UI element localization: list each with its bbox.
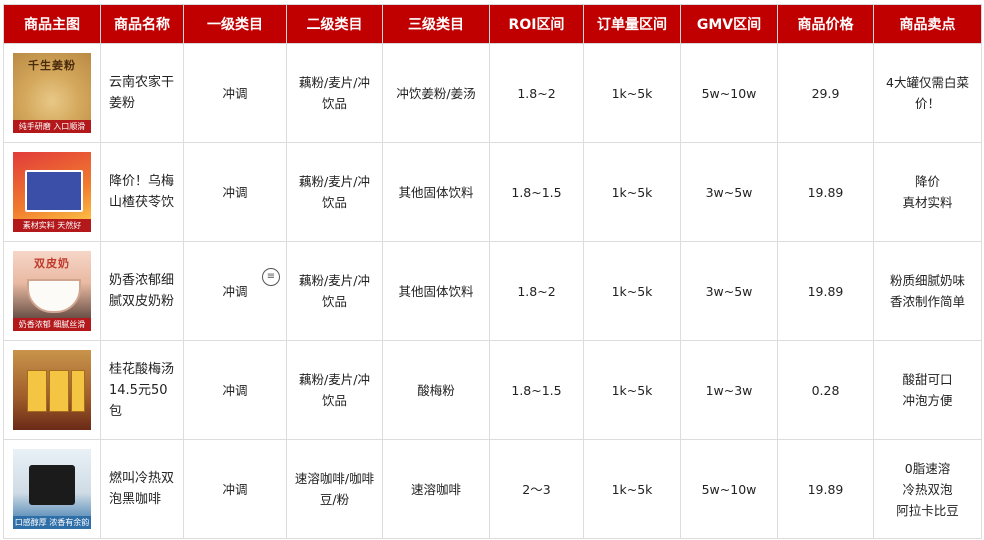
order-range: 1k~5k (583, 439, 681, 539)
price: 29.9 (777, 43, 874, 143)
header-cell: 商品名称 (100, 4, 184, 44)
roi-range: 1.8~1.5 (489, 142, 584, 242)
selling-points: 降价 真材实料 (873, 142, 982, 242)
gmv-range: 3w~5w (680, 142, 778, 242)
category-level-3: 其他固体饮料 (382, 142, 490, 242)
bowl-graphic (27, 279, 81, 313)
gmv-range: 1w~3w (680, 340, 778, 440)
category-level-3: 冲饮姜粉/姜汤 (382, 43, 490, 143)
product-image[interactable]: 双皮奶 奶香浓郁 细腻丝滑 (13, 251, 91, 331)
can-graphic (27, 370, 47, 412)
category-level-2: 速溶咖啡/咖啡豆/粉 (286, 439, 383, 539)
coffee-pack-graphic (29, 465, 75, 505)
selling-point: 阿拉卡比豆 (896, 502, 959, 518)
product-table: 商品主图 商品名称 一级类目 二级类目 三级类目 ROI区间 订单量区间 GMV… (3, 4, 982, 539)
gmv-range: 5w~10w (680, 43, 778, 143)
category-level-1: 冲调 (183, 340, 287, 440)
header-cell: 商品卖点 (873, 4, 982, 44)
roi-range: 1.8~2 (489, 241, 584, 341)
price: 19.89 (777, 439, 874, 539)
product-image-cell[interactable]: 千生姜粉 纯手研磨 入口顺滑 (3, 43, 101, 143)
selling-points: 酸甜可口 冲泡方便 (873, 340, 982, 440)
header-cell: 一级类目 (183, 4, 287, 44)
table-row[interactable]: 素材实料 天然好 降价！乌梅山楂茯苓饮 冲调 藕粉/麦片/冲饮品 其他固体饮料 … (3, 142, 982, 242)
image-title: 双皮奶 (34, 257, 70, 270)
image-title: 千生姜粉 (28, 59, 76, 72)
table-row[interactable]: 口感醇厚 浓香有余韵 燃叫冷热双泡黑咖啡 冲调 速溶咖啡/咖啡豆/粉 速溶咖啡 … (3, 439, 982, 539)
can-graphic (49, 370, 69, 412)
product-name[interactable]: 云南农家干姜粉 (100, 43, 184, 143)
selling-point: 4大罐仅需白菜价！ (886, 75, 969, 111)
category-level-2: 藕粉/麦片/冲饮品 (286, 241, 383, 341)
can-graphic (71, 370, 85, 412)
selling-point: 真材实料 (902, 195, 953, 210)
gmv-range: 5w~10w (680, 439, 778, 539)
product-image[interactable] (13, 350, 91, 430)
category-level-3: 速溶咖啡 (382, 439, 490, 539)
product-image-cell[interactable] (3, 340, 101, 440)
selling-point: 酸甜可口 (902, 372, 953, 387)
selling-point: 0脂速溶 (904, 460, 951, 476)
product-image-cell[interactable]: 口感醇厚 浓香有余韵 (3, 439, 101, 539)
product-name[interactable]: 燃叫冷热双泡黑咖啡 (100, 439, 184, 539)
product-image[interactable]: 千生姜粉 纯手研磨 入口顺滑 (13, 53, 91, 133)
price: 19.89 (777, 142, 874, 242)
gmv-range: 3w~5w (680, 241, 778, 341)
selling-points: 0脂速溶 冷热双泡 阿拉卡比豆 (873, 439, 982, 539)
order-range: 1k~5k (583, 241, 681, 341)
selling-point: 粉质细腻奶味香浓制作简单 (889, 273, 965, 309)
category-level-1: 冲调 (183, 43, 287, 143)
image-caption: 素材实料 天然好 (13, 219, 91, 232)
product-name[interactable]: 奶香浓郁细腻双皮奶粉 (100, 241, 184, 341)
header-cell: 商品价格 (777, 4, 874, 44)
order-range: 1k~5k (583, 340, 681, 440)
category-level-1: 冲调 (183, 241, 287, 341)
product-image-cell[interactable]: 双皮奶 奶香浓郁 细腻丝滑 (3, 241, 101, 341)
image-caption: 口感醇厚 浓香有余韵 (13, 516, 91, 529)
image-caption: 奶香浓郁 细腻丝滑 (13, 318, 91, 331)
category-level-3: 其他固体饮料 (382, 241, 490, 341)
selling-point: 降价 (914, 174, 940, 189)
product-image-cell[interactable]: 素材实料 天然好 (3, 142, 101, 242)
product-name[interactable]: 降价！乌梅山楂茯苓饮 (100, 142, 184, 242)
price: 0.28 (777, 340, 874, 440)
header-cell: ROI区间 (489, 4, 584, 44)
category-level-1: 冲调 (183, 142, 287, 242)
product-image[interactable]: 口感醇厚 浓香有余韵 (13, 449, 91, 529)
selling-point: 冷热双泡 (902, 481, 953, 497)
selling-points: 4大罐仅需白菜价！ (873, 43, 982, 143)
table-row[interactable]: 双皮奶 奶香浓郁 细腻丝滑 奶香浓郁细腻双皮奶粉 冲调 藕粉/麦片/冲饮品 其他… (3, 241, 982, 341)
product-name[interactable]: 桂花酸梅汤14.5元50包 (100, 340, 184, 440)
image-caption: 纯手研磨 入口顺滑 (13, 120, 91, 133)
header-cell: 二级类目 (286, 4, 383, 44)
header-cell: 订单量区间 (583, 4, 681, 44)
product-box-graphic (25, 170, 83, 212)
table-row[interactable]: 桂花酸梅汤14.5元50包 冲调 藕粉/麦片/冲饮品 酸梅粉 1.8~1.5 1… (3, 340, 982, 440)
selling-points: 粉质细腻奶味香浓制作简单 (873, 241, 982, 341)
row-menu-icon[interactable]: ≡ (262, 268, 280, 286)
category-level-2: 藕粉/麦片/冲饮品 (286, 340, 383, 440)
category-level-3: 酸梅粉 (382, 340, 490, 440)
header-row: 商品主图 商品名称 一级类目 二级类目 三级类目 ROI区间 订单量区间 GMV… (3, 4, 982, 44)
category-level-2: 藕粉/麦片/冲饮品 (286, 142, 383, 242)
roi-range: 2～3 (489, 439, 584, 539)
roi-range: 1.8~1.5 (489, 340, 584, 440)
header-cell: 商品主图 (3, 4, 101, 44)
roi-range: 1.8~2 (489, 43, 584, 143)
category-level-2: 藕粉/麦片/冲饮品 (286, 43, 383, 143)
selling-point: 冲泡方便 (902, 393, 953, 408)
table-row[interactable]: 千生姜粉 纯手研磨 入口顺滑 云南农家干姜粉 冲调 藕粉/麦片/冲饮品 冲饮姜粉… (3, 43, 982, 143)
price: 19.89 (777, 241, 874, 341)
header-cell: 三级类目 (382, 4, 490, 44)
order-range: 1k~5k (583, 43, 681, 143)
order-range: 1k~5k (583, 142, 681, 242)
header-cell: GMV区间 (680, 4, 778, 44)
category-level-1: 冲调 (183, 439, 287, 539)
product-image[interactable]: 素材实料 天然好 (13, 152, 91, 232)
